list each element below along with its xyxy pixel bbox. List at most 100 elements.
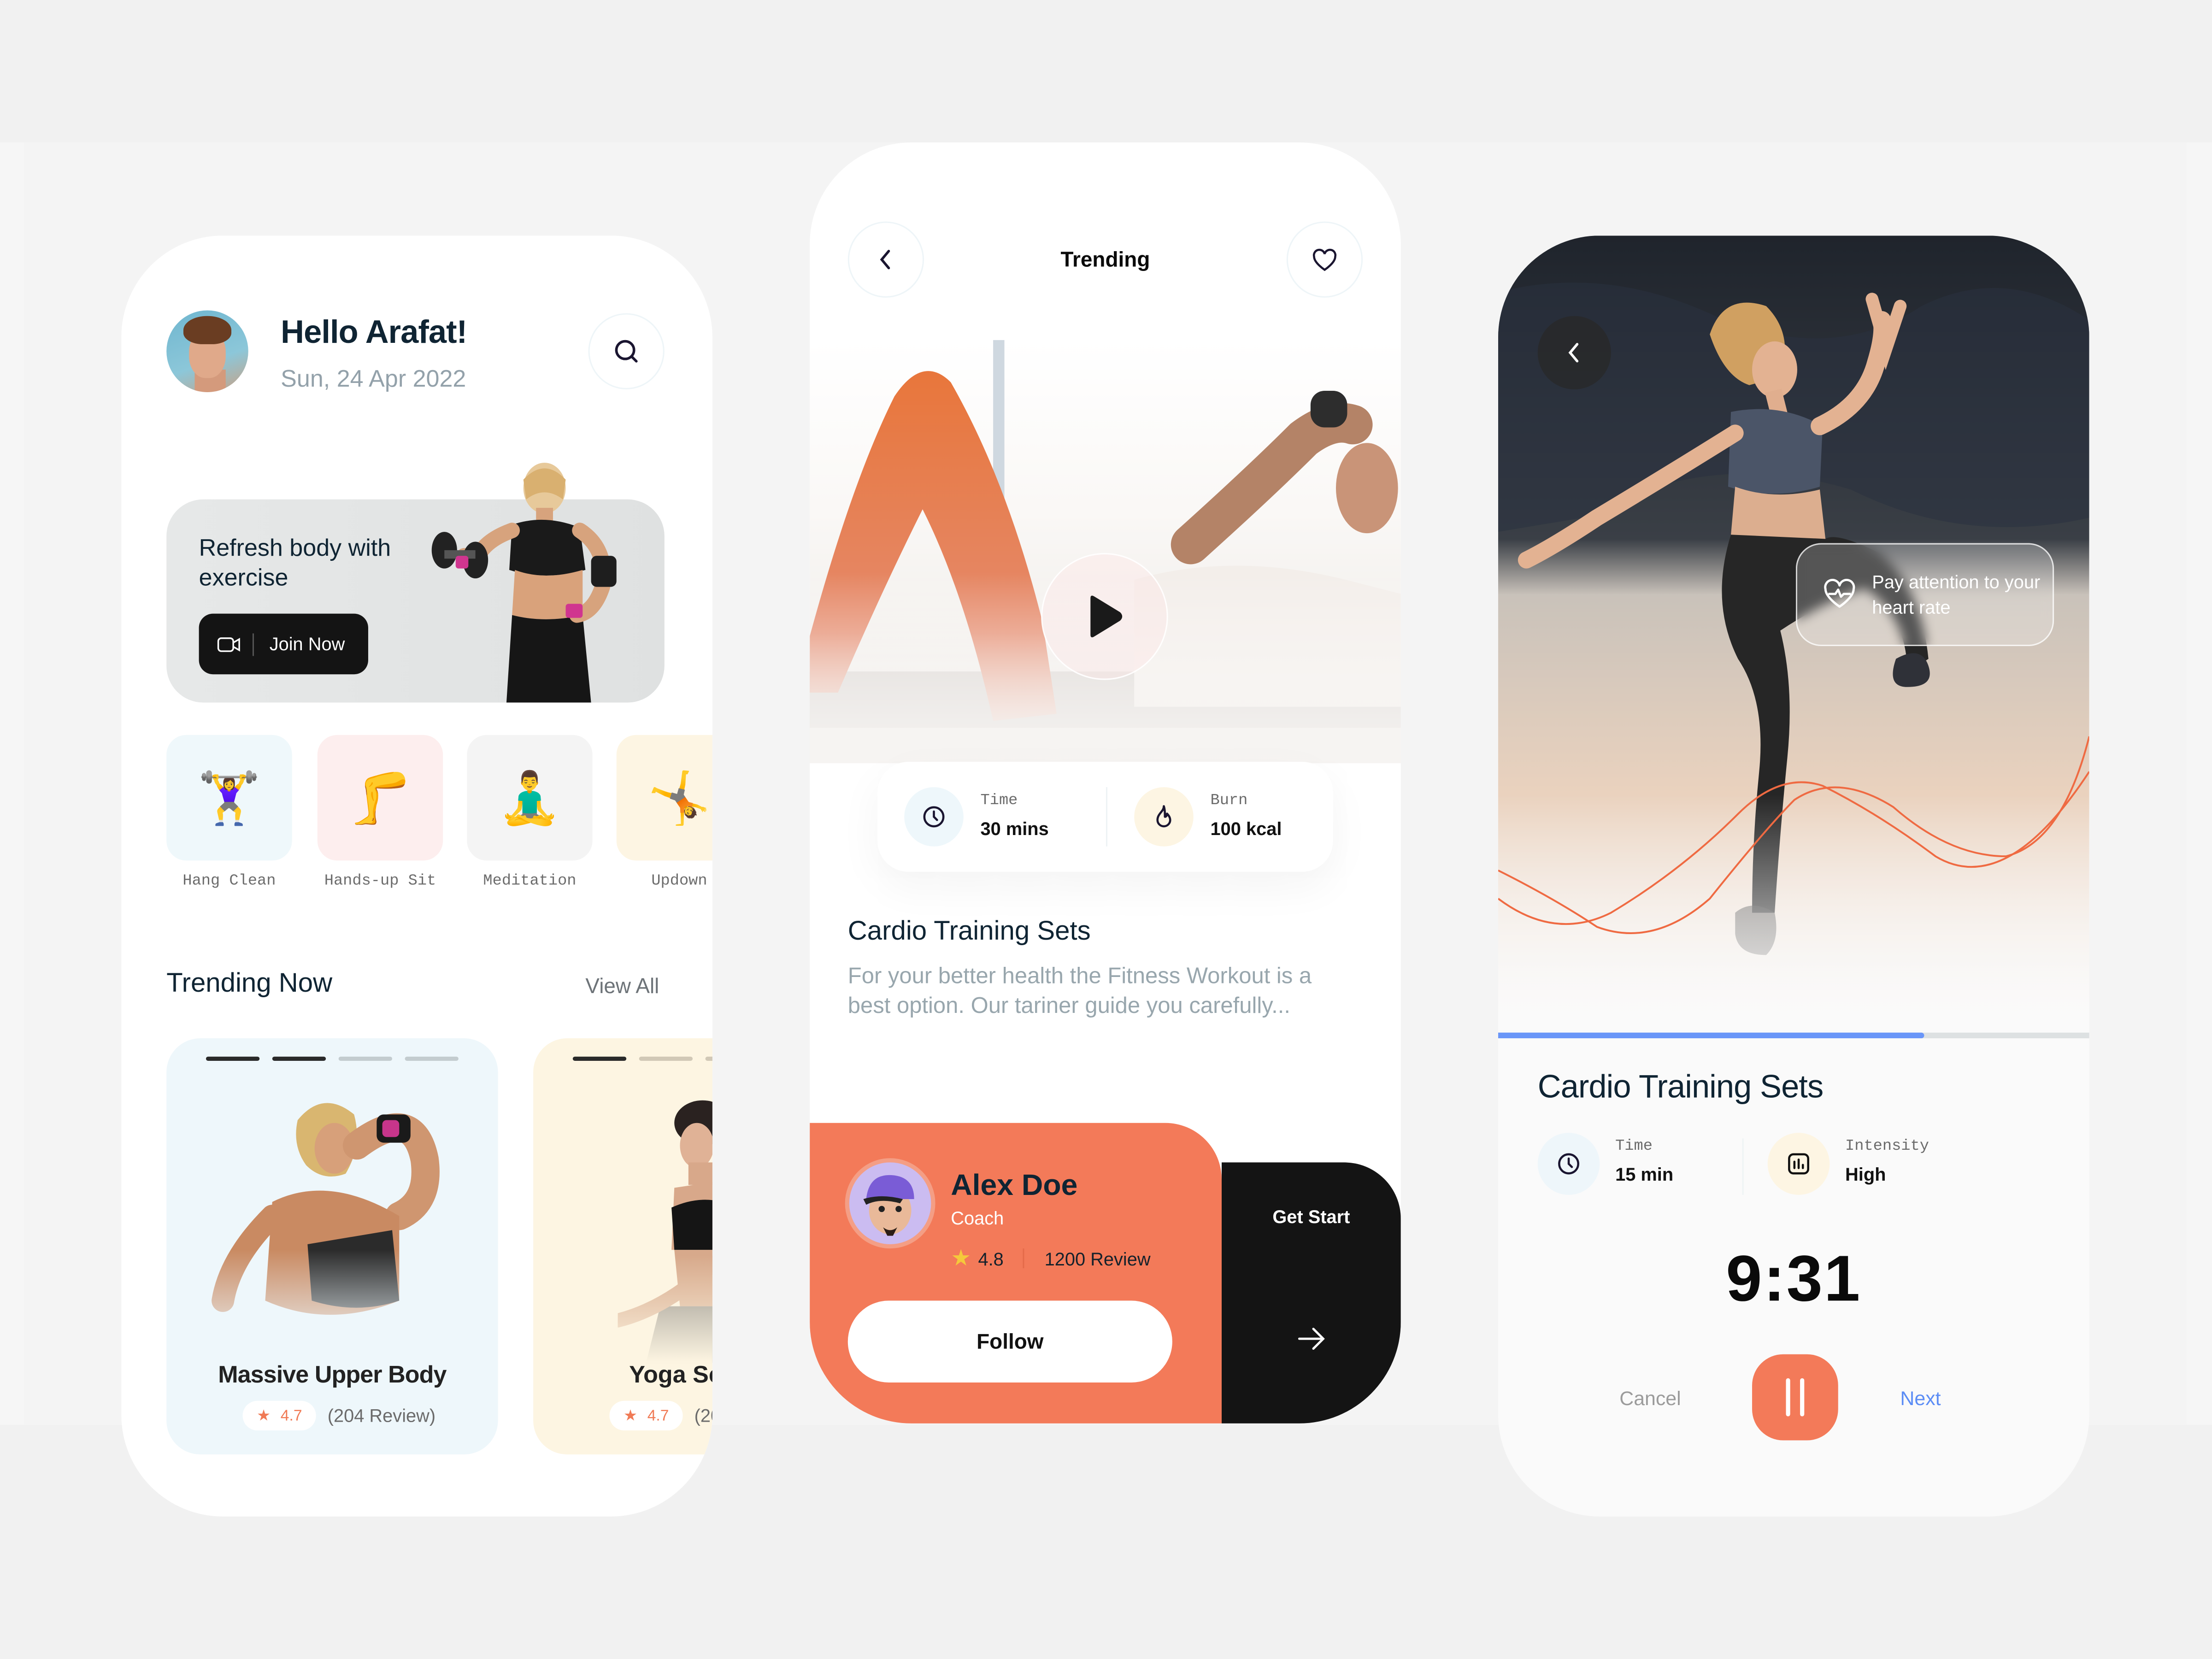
chevron-left-icon (1568, 343, 1579, 363)
stats-divider (1742, 1138, 1744, 1195)
canvas: Hello Arafat! Sun, 24 Apr 2022 Refresh b… (0, 0, 2212, 1659)
join-now-button[interactable]: Join Now (199, 613, 368, 675)
category-label: Updown (651, 873, 707, 890)
coach-rating: 4.8 (978, 1247, 1004, 1269)
heart-pulse-icon (1824, 579, 1855, 608)
fitness-woman-image (431, 463, 617, 703)
background-strip-right (2186, 142, 2212, 1425)
star-icon: ★ (951, 1247, 971, 1271)
coach-role: Coach (951, 1207, 1004, 1229)
carousel-dot[interactable] (705, 1056, 712, 1061)
burn-stat-label: Burn (1210, 793, 1248, 810)
get-start-button[interactable]: Get Start (1221, 1162, 1401, 1424)
coach-rating-row: ★ 4.8 1200 Review (951, 1244, 1150, 1272)
countdown-timer: 9:31 (1726, 1241, 1862, 1315)
category-tile[interactable]: 🦵 (317, 735, 443, 861)
star-icon: ★ (624, 1408, 638, 1425)
view-all-link[interactable]: View All (585, 975, 659, 999)
time-stat-icon-wrap (904, 787, 964, 847)
category-emoji-icon: 🏋️‍♀️ (197, 768, 261, 826)
workout-detail-screen: Trending Time 30 mins Burn 100 kcal Card… (810, 142, 1401, 1424)
heart-icon (1312, 248, 1337, 271)
review-count: (204 Review) (327, 1405, 436, 1426)
session-title: Cardio Training Sets (1537, 1068, 1824, 1105)
coach-name: Alex Doe (951, 1169, 1078, 1202)
play-icon (1090, 595, 1123, 638)
burn-stat-icon-wrap (1134, 787, 1194, 847)
time-stat-value: 30 mins (980, 818, 1049, 840)
home-screen: Hello Arafat! Sun, 24 Apr 2022 Refresh b… (121, 235, 712, 1517)
pause-icon-bar (1800, 1378, 1805, 1417)
pause-icon-bar (1786, 1378, 1790, 1417)
carousel-dot[interactable] (639, 1056, 693, 1061)
workout-stats-card: Time 30 mins Burn 100 kcal (877, 762, 1333, 872)
clock-icon (923, 806, 945, 828)
time-stat-label: Time (1615, 1138, 1653, 1156)
rating-pill: ★ 4.7 (609, 1400, 683, 1431)
review-count: (20 (694, 1405, 712, 1426)
bar-chart-icon (1788, 1153, 1809, 1175)
rating-value: 4.7 (647, 1407, 669, 1424)
coach-review-count: 1200 Review (1044, 1247, 1151, 1269)
current-date: Sun, 24 Apr 2022 (281, 365, 466, 393)
banner-headline: Refresh body with exercise (199, 535, 391, 591)
coach-avatar[interactable] (845, 1158, 935, 1249)
carousel-dot[interactable] (405, 1056, 459, 1061)
carousel-indicator (572, 1056, 712, 1061)
burn-stat-value: 100 kcal (1210, 818, 1282, 840)
workout-video[interactable] (810, 340, 1401, 764)
heart-rate-tip-text: Pay attention to your heart rate (1872, 571, 2041, 618)
rating-row: ★ 4.7 (20 (609, 1400, 712, 1431)
star-icon: ★ (257, 1408, 271, 1425)
flame-icon (1156, 805, 1171, 828)
rating-row: ★ 4.7 (204 Review) (242, 1400, 436, 1431)
category-emoji-icon: 🧘‍♂️ (498, 768, 562, 826)
workout-title: Yoga Se (629, 1361, 712, 1388)
rating-pill: ★ 4.7 (242, 1400, 317, 1431)
session-progress-bar (1498, 1032, 2089, 1039)
workout-session-screen: Pay attention to your heart rate Cardio … (1498, 235, 2089, 1517)
category-tile[interactable]: 🏋️‍♀️ (166, 735, 292, 861)
session-hero: Pay attention to your heart rate (1498, 235, 2089, 1034)
workout-title: Cardio Training Sets (847, 917, 1091, 947)
back-button[interactable] (1537, 316, 1611, 389)
video-camera-icon (217, 636, 240, 652)
intensity-stat-icon-wrap (1767, 1133, 1830, 1195)
rating-value: 4.7 (280, 1407, 302, 1424)
arrow-right-icon (1298, 1328, 1325, 1350)
carousel-dot[interactable] (272, 1056, 326, 1061)
time-stat-label: Time (980, 793, 1018, 810)
follow-button[interactable]: Follow (847, 1300, 1172, 1382)
category-emoji-icon: 🦵 (348, 768, 412, 826)
intensity-stat-value: High (1845, 1164, 1886, 1185)
search-button[interactable] (588, 313, 665, 389)
clock-icon (1558, 1153, 1580, 1175)
greeting-title: Hello Arafat! (281, 313, 467, 350)
category-label: Hang Clean (182, 873, 276, 890)
stats-divider (1106, 787, 1108, 847)
category-tile[interactable]: 🧘‍♂️ (467, 735, 593, 861)
background-strip-left (0, 142, 24, 1425)
workout-description: For your better health the Fitness Worko… (847, 965, 1312, 1019)
user-avatar[interactable] (166, 310, 248, 393)
trending-card[interactable]: Yoga Se ★ 4.7 (20 (533, 1038, 712, 1455)
divider (1023, 1248, 1025, 1269)
workout-title: Massive Upper Body (218, 1361, 447, 1388)
carousel-dot[interactable] (206, 1056, 260, 1061)
next-button[interactable]: Next (1900, 1387, 1941, 1409)
trending-card[interactable]: Massive Upper Body ★ 4.7 (204 Review) (166, 1038, 498, 1455)
play-button[interactable] (1041, 553, 1168, 680)
carousel-dot[interactable] (338, 1056, 393, 1061)
category-label: Meditation (483, 873, 577, 890)
carousel-dot[interactable] (572, 1056, 627, 1061)
category-label: Hands-up Sit (324, 873, 436, 890)
workout-image (618, 1094, 712, 1363)
carousel-indicator (206, 1056, 459, 1061)
workout-image (188, 1089, 491, 1357)
pause-button[interactable] (1752, 1354, 1838, 1441)
cancel-button[interactable]: Cancel (1619, 1387, 1681, 1409)
category-tile[interactable]: 🤸 (616, 735, 712, 861)
get-start-label: Get Start (1272, 1206, 1350, 1228)
favorite-button[interactable] (1286, 221, 1363, 298)
trending-section-title: Trending Now (166, 969, 333, 999)
